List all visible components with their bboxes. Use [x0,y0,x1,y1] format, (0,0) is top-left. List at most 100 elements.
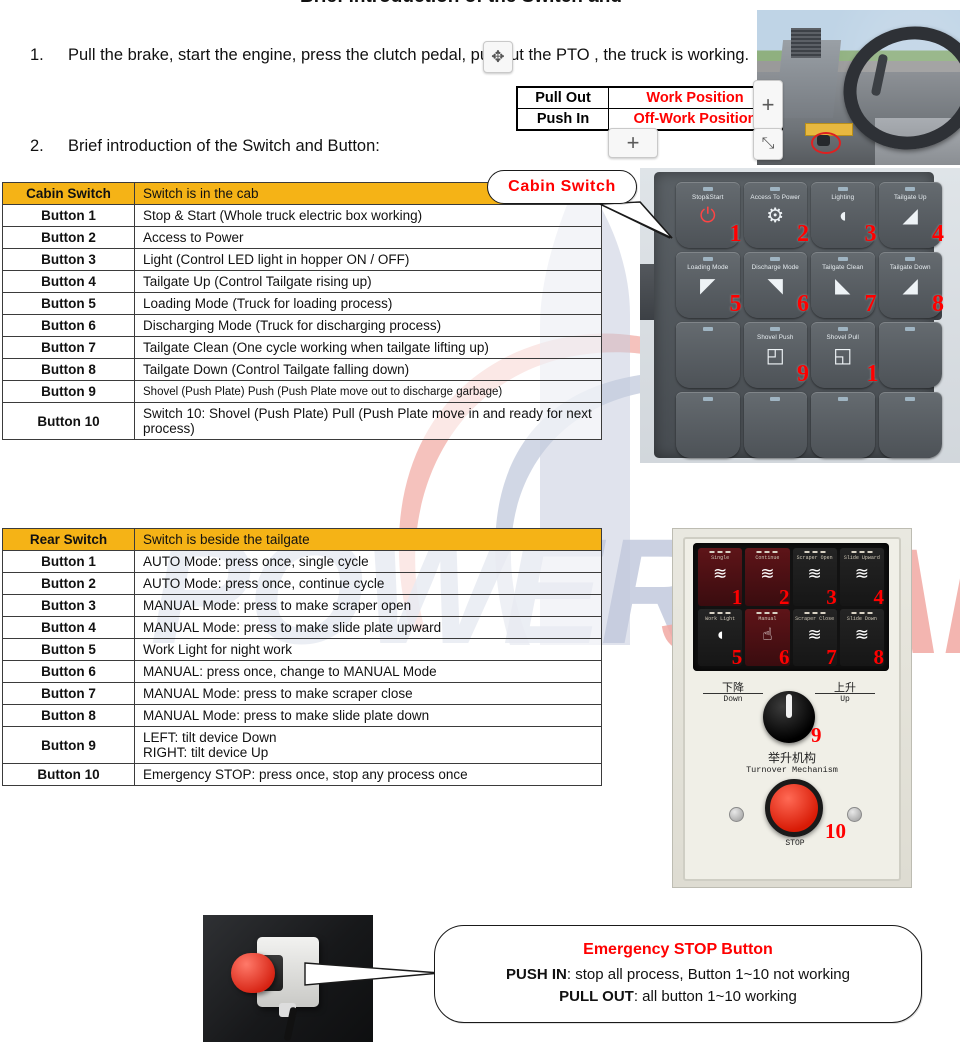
rear-key-label: Slide Upward [843,555,880,561]
key-led-indicator [702,187,713,191]
key-led-indicator [851,611,873,614]
cabin-key-blank[interactable] [878,322,942,388]
rear-key-7[interactable]: Scraper Close ≋ 7 [792,608,837,669]
estop-red-mushroom-button [231,953,275,993]
insert-plus-right-button[interactable]: + [753,80,783,130]
table-row: Button 3 MANUAL Mode: press to make scrap… [2,594,602,617]
cabin-row-6-button: Button 7 [2,336,135,359]
key-led-indicator [837,327,848,331]
cabin-row-8-desc: Shovel (Push Plate) Push (Push Plate mov… [134,380,602,403]
cabin-row-8-button: Button 9 [2,380,135,403]
callout-estop-line2-label: PULL OUT [559,987,634,1005]
cabin-key-label: Tailgate Down [889,264,931,271]
panel-screw-left [729,807,744,822]
rear-row-2-desc: MANUAL Mode: press to make scraper open [134,594,602,617]
rear-key-label: Scraper Close [795,615,835,622]
rear-key-label: Slide Down [846,615,877,622]
rear-key-scraper-close-icon: ≋ [807,624,822,644]
cabin-row-4-desc: Loading Mode (Truck for loading process) [134,292,602,315]
knob-up-label-en: Up [815,693,875,704]
cabin-key-blank[interactable] [676,322,740,388]
rear-row-0-desc: AUTO Mode: press once, single cycle [134,550,602,573]
rear-key-number: 6 [779,645,790,669]
rear-row-0-button: Button 1 [2,550,135,573]
rear-row-3-desc: MANUAL Mode: press to make slide plate u… [134,616,602,639]
cabin-key-4[interactable]: Tailgate Up ◢ 4 [878,182,944,248]
cabin-key-10[interactable]: Shovel Pull◱10 [811,322,891,388]
key-led-indicator [804,551,826,553]
key-led-indicator [756,551,778,553]
cabin-key-blank[interactable] [878,392,942,458]
key-led-indicator [851,551,873,553]
rear-key-slide-down-icon: ≋ [854,624,869,644]
cabin-row-0-desc: Stop & Start (Whole truck electric box w… [134,204,602,227]
emergency-stop-button[interactable] [765,779,823,837]
cabin-key-blank[interactable] [811,392,875,458]
rear-key-label: Continue [755,555,780,561]
table-row: Button 5 Loading Mode (Truck for loading … [2,292,602,315]
table-row: Button 4 MANUAL Mode: press to make slide… [2,616,602,639]
cabin-key-9[interactable]: Shovel Push ◰ 9 [743,322,809,388]
resize-handle-icon[interactable]: ⤡ [753,128,783,160]
rear-key-6[interactable]: Manual ☝ 6 [745,608,790,669]
pto-position-table: Pull Out Work Position Push In Off-Work … [516,86,783,131]
rear-row-7-button: Button 8 [2,704,135,727]
rear-key-2[interactable]: Continue ≋ 2 [745,548,790,607]
table-row: Button 7 Tailgate Clean (One cycle workin… [2,336,602,359]
cabin-key-label: Access To Power [750,194,801,201]
cabin-key-label: Tailgate Clean [822,264,864,271]
pto-row-push-in: Push In Off-Work Position [516,108,783,131]
key-led-indicator [905,397,916,401]
cabin-key-number: 5 [729,291,742,317]
cabin-row-5-desc: Discharging Mode (Truck for discharging … [134,314,602,337]
rear-key-1[interactable]: Single ≋ 1 [698,548,743,609]
rear-row-5-button: Button 6 [2,660,135,683]
step-1-number: 1. [30,46,44,64]
cabin-row-3-desc: Tailgate Up (Control Tailgate rising up) [134,270,602,293]
rear-row-6-button: Button 7 [2,682,135,705]
key-led-indicator [905,327,916,331]
rear-panel-face: Single ≋ 1 Continue ≋ 2 Scraper Open ≋ 3 Slide Up… [683,537,901,881]
table-row: Button 8 Tailgate Down (Control Tailgate … [2,358,602,381]
cabin-key-5[interactable]: Loading Mode ◤ 5 [676,252,742,318]
cabin-key-number: 3 [864,221,877,247]
cabin-key-8[interactable]: Tailgate Down ◢ 8 [878,252,944,318]
cab-air-vent [791,28,821,58]
key-led-indicator [905,187,916,191]
key-led-indicator [905,257,916,261]
rear-key-number: 5 [731,645,743,669]
cabin-key-7[interactable]: Tailgate Clean ◣ 7 [811,252,877,318]
key-led-indicator [709,551,731,553]
key-led-indicator [770,257,781,261]
cabin-key-2[interactable]: Access To Power ⚙ 2 [743,182,809,248]
cabin-key-6[interactable]: Discharge Mode ◥ 6 [743,252,809,318]
cabin-row-9-desc: Switch 10: Shovel (Push Plate) Pull (Pus… [134,402,602,440]
cabin-key-number: 1 [729,221,742,247]
table-header-row: Rear Switch Switch is beside the tailgat… [2,528,602,551]
rear-key-number: 1 [731,584,743,609]
rear-key-5[interactable]: Work Light ◖ 5 [698,608,743,669]
instruction-step-2: 2. Brief introduction of the Switch and … [30,135,530,158]
callout-estop-line1-text: : stop all process, Button 1~10 not work… [566,965,850,983]
insert-plus-bottom-button[interactable]: + [608,128,658,158]
mechanism-label-en: Turnover Mechanism [746,765,838,775]
page-title: Brief introduction of the Switch and But… [300,0,630,2]
rear-key-4[interactable]: Slide Upward ≋ 4 [839,548,884,607]
rear-row-7-desc: MANUAL Mode: press to make slide plate d… [134,704,602,727]
callout-estop-line2: PULL OUT: all button 1~10 working [559,986,797,1008]
move-handle-icon[interactable]: ✥ [483,41,513,73]
callout-estop-line1-label: PUSH IN [506,965,567,983]
cabin-key-blank[interactable] [743,392,807,458]
turnover-mechanism-knob[interactable] [763,691,815,743]
key-led-indicator [770,397,781,401]
cabin-row-0-button: Button 1 [2,204,135,227]
rear-key-manual-icon: ☝ [762,624,773,644]
cabin-key-3[interactable]: Lighting ◖ 3 [811,182,877,248]
rear-key-label: Single [711,555,730,561]
rear-key-8[interactable]: Slide Down ≋ 8 [839,608,884,668]
rear-row-4-button: Button 5 [2,638,135,661]
cabin-key-blank[interactable] [676,392,740,458]
rear-key-3[interactable]: Scraper Open ≋ 3 [792,548,837,607]
rear-key-number: 7 [826,645,837,669]
rear-row-5-desc: MANUAL: press once, change to MANUAL Mod… [134,660,602,683]
